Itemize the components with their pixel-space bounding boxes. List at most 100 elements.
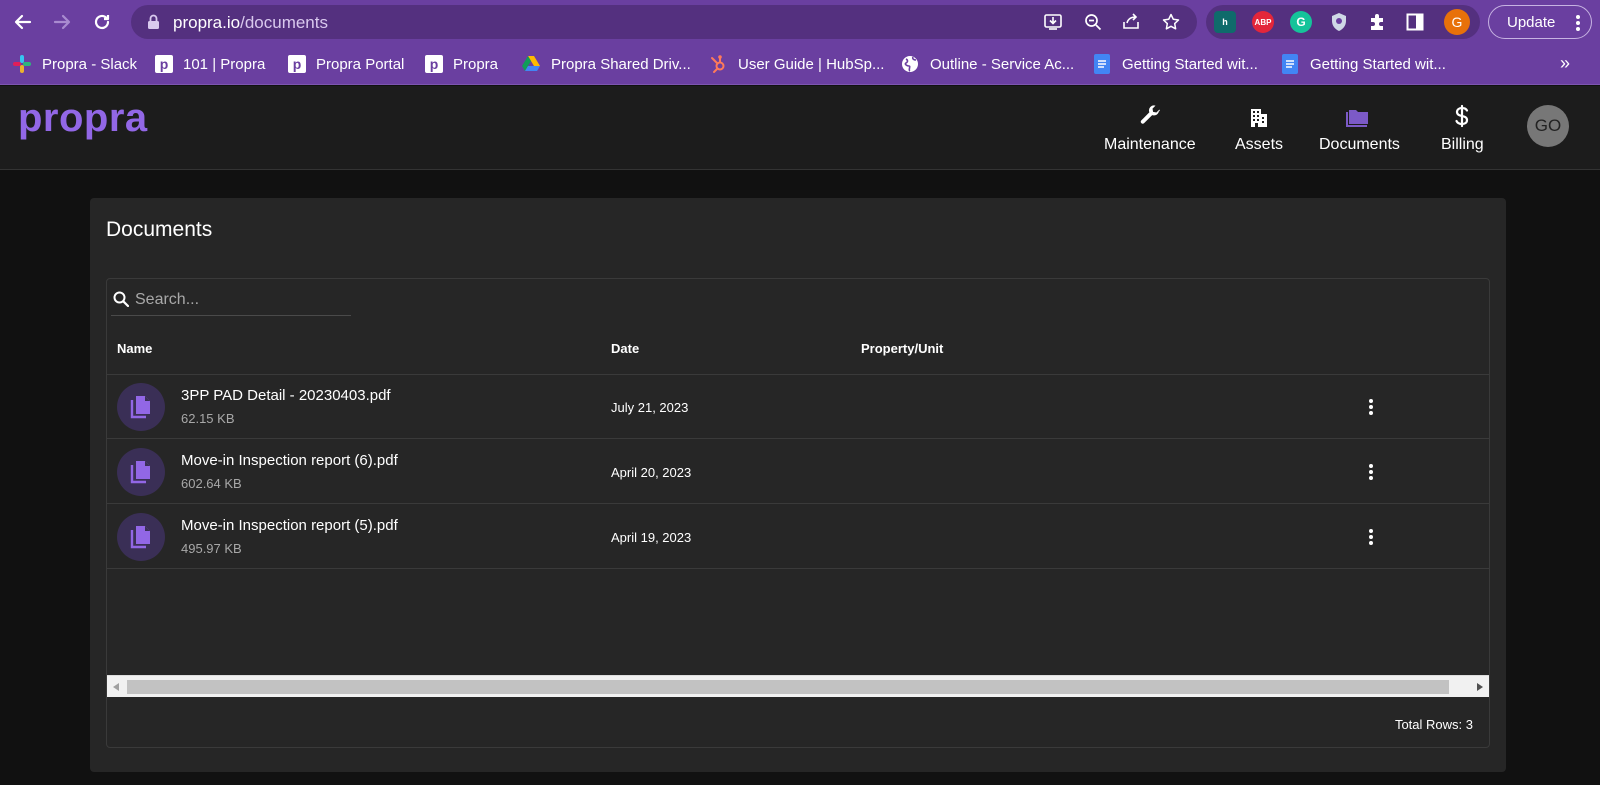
back-button[interactable] (8, 7, 38, 37)
scrollbar-thumb[interactable] (127, 680, 1449, 694)
bookmark-propra-slack[interactable]: Propra - Slack (12, 52, 137, 76)
propra-logo[interactable]: propra (18, 96, 148, 141)
update-button[interactable]: Update (1488, 5, 1592, 39)
more-vertical-icon (1369, 464, 1373, 480)
column-header-date[interactable]: Date (611, 341, 639, 356)
bookmark-101-propra[interactable]: p 101 | Propra (155, 52, 265, 76)
nav-billing-label: Billing (1441, 136, 1484, 153)
document-date: April 20, 2023 (611, 465, 692, 480)
page-title: Documents (106, 218, 213, 241)
bookmark-getting-started-1[interactable]: Getting Started wit... (1092, 52, 1258, 76)
total-rows-count: Total Rows: 3 (1394, 717, 1473, 732)
bookmark-star-button[interactable] (1159, 11, 1183, 33)
reload-button[interactable] (87, 7, 117, 37)
table-row[interactable]: Move-in Inspection report (6).pdf 602.64… (107, 440, 1489, 504)
bookmarks-overflow-button[interactable]: » (1560, 53, 1570, 74)
user-avatar[interactable]: GO (1527, 105, 1569, 147)
google-docs-icon (1092, 54, 1112, 74)
search-icon (113, 291, 129, 307)
building-icon (1249, 102, 1269, 128)
triangle-left-icon (113, 683, 119, 691)
hubspot-icon (708, 54, 728, 74)
table-row[interactable]: Move-in Inspection report (5).pdf 495.97… (107, 505, 1489, 569)
zoom-button[interactable] (1081, 11, 1105, 33)
app-header: propra Maintenance Assets Documents Bill… (0, 86, 1600, 170)
table-row[interactable]: 3PP PAD Detail - 20230403.pdf 62.15 KB J… (107, 375, 1489, 439)
nav-documents-label: Documents (1319, 136, 1400, 153)
document-date: April 19, 2023 (611, 530, 692, 545)
nav-documents[interactable]: Documents (1319, 102, 1400, 154)
propra-icon: p (425, 55, 443, 73)
nav-maintenance-label: Maintenance (1104, 136, 1196, 153)
grammarly-icon[interactable]: G (1290, 11, 1312, 33)
arrow-right-icon (53, 14, 71, 30)
nav-maintenance[interactable]: Maintenance (1104, 102, 1196, 154)
browser-toolbar: propra.io/documents h ABP G G Update (0, 0, 1600, 43)
propra-icon: p (155, 55, 173, 73)
dollar-icon (1454, 102, 1470, 128)
documents-card: Documents Name Date Property/Unit 3PP PA… (90, 198, 1506, 772)
bookmark-hubspot-guide[interactable]: User Guide | HubSp... (708, 52, 884, 76)
nav-assets-label: Assets (1235, 136, 1284, 153)
document-name[interactable]: 3PP PAD Detail - 20230403.pdf (181, 387, 391, 404)
share-button[interactable] (1119, 11, 1143, 33)
row-menu-button[interactable] (1361, 526, 1381, 548)
file-copy-icon (117, 513, 165, 561)
profile-avatar[interactable]: G (1444, 9, 1470, 35)
documents-table: Name Date Property/Unit 3PP PAD Detail -… (106, 278, 1490, 748)
share-icon (1123, 13, 1139, 29)
more-vertical-icon (1576, 15, 1580, 31)
globe-icon (900, 54, 920, 74)
install-app-button[interactable] (1041, 11, 1065, 33)
document-size: 62.15 KB (181, 411, 235, 426)
google-docs-icon (1280, 54, 1300, 74)
puzzle-icon (1371, 14, 1383, 30)
scroll-right-button[interactable] (1471, 676, 1489, 698)
document-size: 495.97 KB (181, 541, 242, 556)
side-panel-button[interactable] (1404, 11, 1426, 33)
scroll-left-button[interactable] (107, 676, 125, 698)
extensions-bar: h ABP G G (1206, 5, 1480, 39)
more-vertical-icon (1369, 399, 1373, 415)
update-label: Update (1507, 13, 1556, 31)
search-box (111, 285, 351, 316)
side-panel-icon (1406, 13, 1424, 31)
bookmarks-bar: Propra - Slack p 101 | Propra p Propra P… (0, 43, 1600, 85)
row-menu-button[interactable] (1361, 461, 1381, 483)
horizontal-scrollbar[interactable] (107, 675, 1489, 697)
bookmark-getting-started-2[interactable]: Getting Started wit... (1280, 52, 1446, 76)
install-icon (1044, 14, 1062, 30)
shield-ext-icon[interactable] (1328, 11, 1350, 33)
bookmark-outline[interactable]: Outline - Service Ac... (900, 52, 1074, 76)
bookmark-propra[interactable]: p Propra (425, 52, 498, 76)
h-ext-icon[interactable]: h (1214, 11, 1236, 33)
bookmark-propra-shared-drive[interactable]: Propra Shared Driv... (521, 52, 691, 76)
wrench-icon (1138, 102, 1162, 128)
document-name[interactable]: Move-in Inspection report (5).pdf (181, 517, 398, 534)
nav-assets[interactable]: Assets (1235, 102, 1283, 154)
arrow-left-icon (14, 14, 32, 30)
slack-icon (12, 54, 32, 74)
extensions-puzzle-button[interactable] (1366, 11, 1388, 33)
row-menu-button[interactable] (1361, 396, 1381, 418)
google-drive-icon (521, 54, 541, 74)
column-header-name[interactable]: Name (117, 341, 152, 356)
forward-button[interactable] (47, 7, 77, 37)
adblock-plus-icon[interactable]: ABP (1252, 11, 1274, 33)
column-header-property-unit[interactable]: Property/Unit (861, 341, 943, 356)
bookmark-propra-portal[interactable]: p Propra Portal (288, 52, 404, 76)
address-bar[interactable]: propra.io/documents (131, 5, 1197, 39)
file-copy-icon (117, 448, 165, 496)
document-name[interactable]: Move-in Inspection report (6).pdf (181, 452, 398, 469)
star-icon (1162, 13, 1180, 30)
nav-billing[interactable]: Billing (1441, 102, 1484, 154)
lock-icon (148, 14, 159, 29)
zoom-out-icon (1085, 14, 1102, 31)
folder-icon (1346, 102, 1372, 128)
reload-icon (94, 14, 110, 30)
search-input[interactable] (135, 289, 345, 311)
document-size: 602.64 KB (181, 476, 242, 491)
document-date: July 21, 2023 (611, 400, 689, 415)
triangle-right-icon (1477, 683, 1483, 691)
more-vertical-icon (1369, 529, 1373, 545)
